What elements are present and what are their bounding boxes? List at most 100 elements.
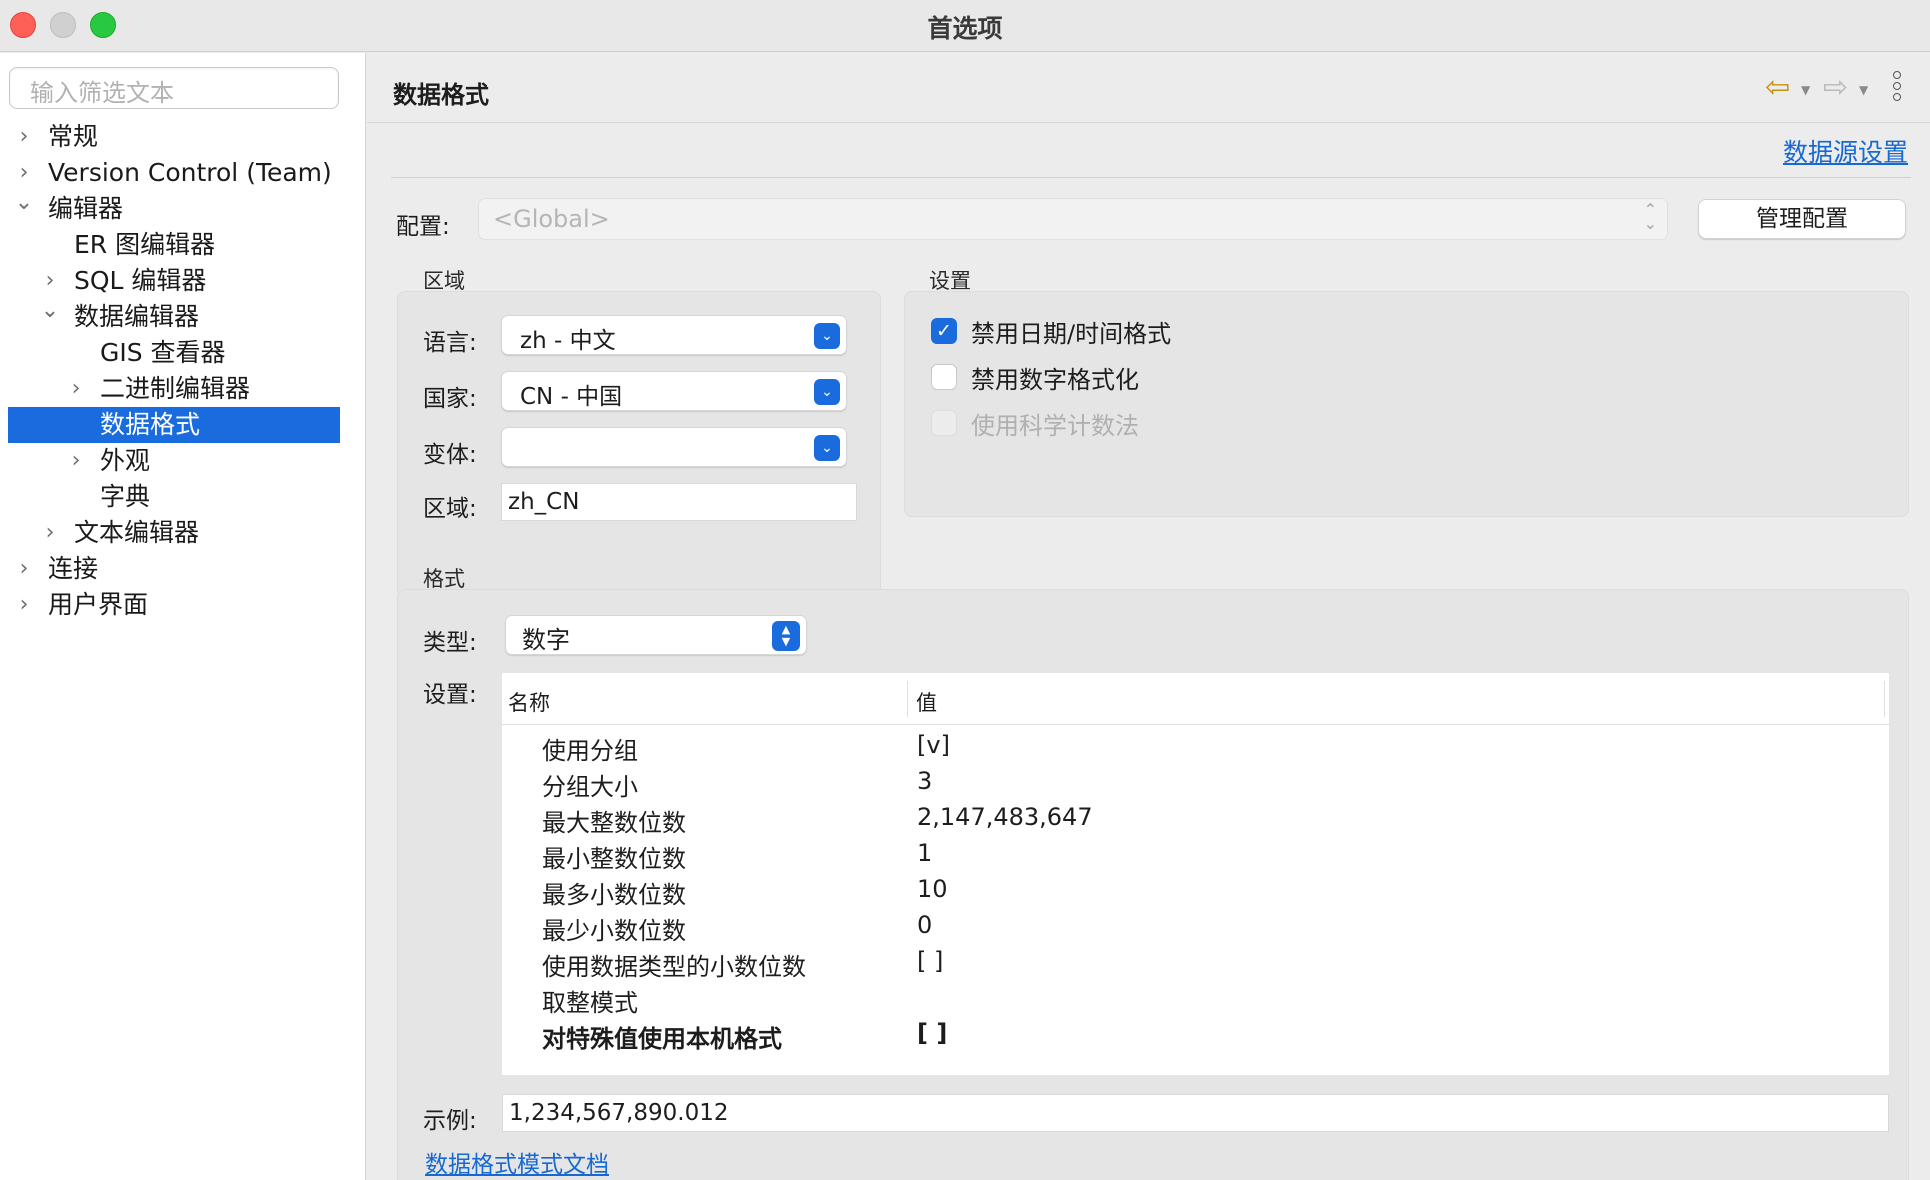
- back-dropdown-icon[interactable]: ▼: [1801, 83, 1810, 97]
- profile-value: <Global>: [493, 205, 610, 233]
- chevron-down-icon[interactable]: ⌄: [14, 185, 34, 221]
- manage-profiles-button[interactable]: 管理配置: [1698, 199, 1906, 239]
- table-row[interactable]: 最大整数位数 2,147,483,647: [502, 801, 1889, 837]
- tree-item[interactable]: › 用户界面: [0, 587, 366, 623]
- format-pattern-doc-link[interactable]: 数据格式模式文档: [425, 1145, 609, 1179]
- chevron-right-icon[interactable]: ›: [14, 119, 34, 155]
- tree-item-label: GIS 查看器: [100, 338, 226, 367]
- updown-icon: ⌃ ⌄: [1643, 200, 1657, 233]
- table-row[interactable]: 最少小数位数 0: [502, 909, 1889, 945]
- tree-item[interactable]: ⌄ 数据编辑器: [0, 298, 366, 335]
- table-row[interactable]: 最多小数位数 10: [502, 873, 1889, 909]
- tree-item[interactable]: › 二进制编辑器: [0, 371, 366, 407]
- table-row[interactable]: 对特殊值使用本机格式 [ ]: [502, 1017, 1889, 1053]
- table-row[interactable]: 使用分组 [v]: [502, 729, 1889, 765]
- updown-icon: ▲ ▼: [772, 621, 800, 651]
- setting-value[interactable]: 10: [917, 875, 948, 903]
- setting-name: 取整模式: [542, 989, 638, 1017]
- content-pane: 数据格式 ⇦ ▼ ⇨ ▼ 数据源设置 配置: <Global> ⌃ ⌄ 管理配置 …: [367, 53, 1930, 1180]
- setting-value[interactable]: [v]: [917, 731, 950, 759]
- divider: [391, 177, 1911, 178]
- column-header-value[interactable]: 值: [916, 687, 937, 717]
- tree-item[interactable]: ⌄ 编辑器: [0, 190, 366, 227]
- settings-checkbox-label: 使用科学计数法: [971, 412, 1139, 440]
- chevron-right-icon[interactable]: ›: [14, 551, 34, 587]
- settings-checkbox[interactable]: ✓: [931, 318, 957, 344]
- tree-item-label: 数据格式: [100, 410, 201, 439]
- table-row[interactable]: 最小整数位数 1: [502, 837, 1889, 873]
- tree-item-label: 二进制编辑器: [100, 374, 251, 403]
- profile-select: <Global> ⌃ ⌄: [478, 198, 1668, 240]
- tree-item-label: 用户界面: [48, 590, 149, 619]
- setting-name: 分组大小: [542, 773, 638, 801]
- type-label: 类型:: [423, 630, 477, 656]
- setting-value[interactable]: 2,147,483,647: [917, 803, 1093, 831]
- column-header-name[interactable]: 名称: [508, 687, 550, 717]
- setting-name: 对特殊值使用本机格式: [542, 1025, 782, 1053]
- tree-item[interactable]: › 常规: [0, 119, 366, 155]
- forward-dropdown-icon[interactable]: ▼: [1859, 83, 1868, 97]
- settings-checkbox[interactable]: [931, 364, 957, 390]
- setting-value[interactable]: [ ]: [917, 1019, 947, 1047]
- tree-item-label: 常规: [48, 122, 99, 151]
- back-arrow-icon[interactable]: ⇦: [1765, 73, 1790, 103]
- tree-item[interactable]: ER 图编辑器: [0, 227, 366, 263]
- chevron-down-icon[interactable]: ⌄: [40, 293, 60, 329]
- chevron-right-icon[interactable]: ›: [66, 371, 86, 407]
- page-header: 数据格式 ⇦ ▼ ⇨ ▼: [367, 53, 1930, 123]
- setting-value[interactable]: 0: [917, 911, 932, 939]
- page-title: 数据格式: [393, 81, 489, 109]
- chevron-down-icon: ⌄: [814, 323, 840, 349]
- datasource-settings-link[interactable]: 数据源设置: [1783, 133, 1908, 169]
- country-select[interactable]: CN - 中国 ⌄: [501, 371, 847, 411]
- setting-name: 最少小数位数: [542, 917, 686, 945]
- column-divider: [907, 681, 908, 717]
- profile-label: 配置:: [396, 214, 450, 240]
- chevron-down-icon: ⌄: [814, 435, 840, 461]
- tree-item[interactable]: › Version Control (Team): [0, 155, 366, 191]
- chevron-right-icon[interactable]: ›: [14, 587, 34, 623]
- setting-value[interactable]: 1: [917, 839, 932, 867]
- table-row[interactable]: 取整模式: [502, 981, 1889, 1017]
- tree-item[interactable]: 数据格式: [8, 407, 340, 443]
- forward-arrow-icon[interactable]: ⇨: [1823, 73, 1848, 103]
- country-label: 国家:: [423, 386, 477, 412]
- variant-label: 变体:: [423, 442, 477, 468]
- filter-input[interactable]: 输入筛选文本: [9, 67, 339, 109]
- language-value: zh - 中文: [520, 328, 616, 354]
- format-settings-table: 名称 值 使用分组 [v] 分组大小 3 最大整数位数 2,147,483,647 最小整数…: [502, 673, 1889, 1075]
- table-row[interactable]: 分组大小 3: [502, 765, 1889, 801]
- type-select[interactable]: 数字 ▲ ▼: [505, 615, 807, 655]
- chevron-right-icon[interactable]: ›: [40, 515, 60, 551]
- tree-item[interactable]: › 外观: [0, 443, 366, 479]
- more-menu-icon[interactable]: [1893, 71, 1903, 104]
- tree-item[interactable]: 字典: [0, 479, 366, 515]
- tree-item[interactable]: › 连接: [0, 551, 366, 587]
- chevron-right-icon[interactable]: ›: [66, 443, 86, 479]
- sample-input[interactable]: 1,234,567,890.012: [502, 1094, 1889, 1132]
- column-divider: [1884, 681, 1885, 717]
- sidebar: 输入筛选文本 › 常规 › Version Control (Team) ⌄ 编辑器 ER …: [0, 53, 366, 1180]
- chevron-down-icon: ⌄: [814, 379, 840, 405]
- locale-label: 区域:: [423, 496, 477, 522]
- settings-checkbox: [931, 410, 957, 436]
- variant-select[interactable]: ⌄: [501, 427, 847, 467]
- setting-value[interactable]: 3: [917, 767, 932, 795]
- tree-item-label: ER 图编辑器: [74, 230, 216, 259]
- window-title: 首选项: [927, 14, 1003, 43]
- setting-name: 使用数据类型的小数位数: [542, 953, 806, 981]
- tree-item[interactable]: GIS 查看器: [0, 335, 366, 371]
- language-select[interactable]: zh - 中文 ⌄: [501, 315, 847, 355]
- locale-input[interactable]: zh_CN: [501, 483, 857, 521]
- tree-item-label: 字典: [100, 482, 151, 511]
- tree-item-label: 数据编辑器: [74, 302, 200, 331]
- settings-checkbox-label: 禁用数字格式化: [971, 366, 1139, 394]
- title-bar: 首选项: [0, 0, 1930, 52]
- tree-item[interactable]: › 文本编辑器: [0, 515, 366, 551]
- setting-value[interactable]: [ ]: [917, 947, 943, 975]
- setting-name: 最多小数位数: [542, 881, 686, 909]
- table-row[interactable]: 使用数据类型的小数位数 [ ]: [502, 945, 1889, 981]
- country-value: CN - 中国: [520, 384, 623, 410]
- setting-name: 使用分组: [542, 737, 638, 765]
- tree-item-label: 文本编辑器: [74, 518, 200, 547]
